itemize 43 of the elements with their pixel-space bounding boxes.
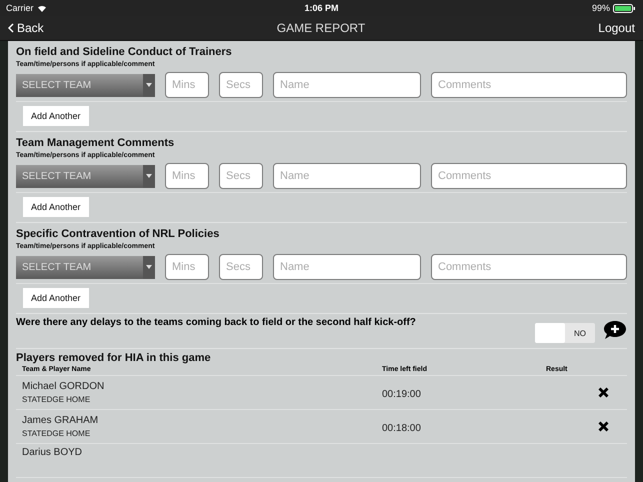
carrier-label: Carrier [6, 3, 34, 13]
page-title: GAME REPORT [276, 21, 366, 35]
add-another-button[interactable]: Add Another [23, 197, 89, 217]
remove-icon[interactable] [598, 421, 609, 432]
question-text: Were there any delays to the teams coming back to field or the second half kick-off? [16, 317, 417, 328]
secs-field[interactable]: Secs [219, 163, 263, 189]
section-heading: On field and Sideline Conduct of Trainers [16, 46, 233, 58]
add-another-button[interactable]: Add Another [23, 288, 89, 308]
remove-icon[interactable] [598, 387, 609, 398]
wifi-icon [36, 4, 47, 12]
mins-field[interactable]: Mins [165, 72, 209, 98]
time-left-field: 00:19:00 [382, 388, 421, 400]
secs-field[interactable]: Secs [219, 254, 263, 280]
name-field[interactable]: Name [273, 163, 421, 189]
dropdown-caret-icon [146, 265, 152, 269]
player-name: Darius BOYD [22, 447, 84, 458]
comments-field[interactable]: Comments [431, 163, 627, 189]
mins-field[interactable]: Mins [165, 254, 209, 280]
section-heading: Players removed for HIA in this game [16, 352, 212, 364]
chevron-left-icon [8, 23, 14, 33]
section-heading: Team Management Comments [16, 137, 176, 149]
secs-field[interactable]: Secs [219, 72, 263, 98]
dropdown-caret-icon [146, 174, 152, 178]
add-another-button[interactable]: Add Another [23, 106, 89, 126]
battery-percent: 99% [592, 3, 610, 13]
mins-field[interactable]: Mins [165, 163, 209, 189]
team-name: STATEDGE HOME [22, 429, 92, 438]
team-name: STATEDGE HOME [22, 395, 92, 404]
player-name: James GRAHAM [22, 415, 100, 426]
clock: 1:06 PM [304, 3, 338, 13]
player-name: Michael GORDON [22, 381, 106, 392]
back-button[interactable]: Back [8, 21, 44, 35]
yes-no-toggle[interactable]: NO [535, 323, 595, 343]
section-heading: Specific Contravention of NRL Policies [16, 228, 220, 240]
dropdown-caret-icon [146, 83, 152, 87]
time-left-field: 00:18:00 [382, 422, 421, 434]
name-field[interactable]: Name [273, 254, 421, 280]
name-field[interactable]: Name [273, 72, 421, 98]
add-comment-icon[interactable] [603, 320, 627, 340]
battery-icon [612, 4, 637, 12]
logout-button[interactable]: Logout [598, 21, 635, 35]
comments-field[interactable]: Comments [431, 72, 627, 98]
comments-field[interactable]: Comments [431, 254, 627, 280]
